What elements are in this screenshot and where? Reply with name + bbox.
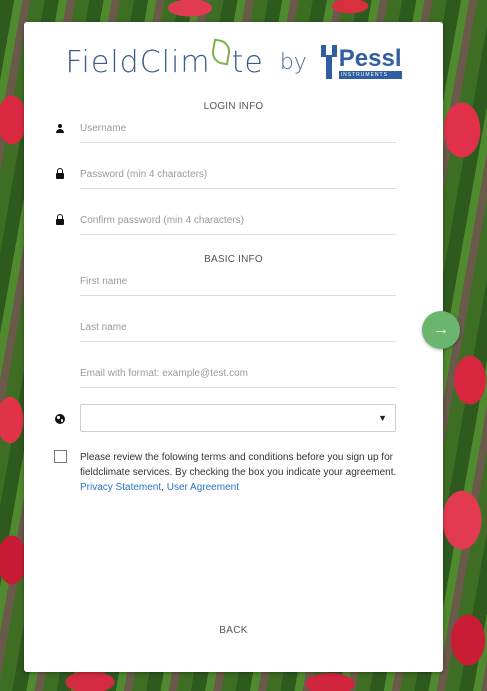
country-select[interactable]: ▼ (80, 404, 396, 432)
password-input[interactable] (80, 160, 396, 188)
login-info-heading: LOGIN INFO (203, 101, 264, 112)
lock-icon (56, 214, 64, 225)
email-input[interactable] (80, 359, 396, 387)
pessl-mark-icon (320, 45, 337, 79)
next-button[interactable]: → (422, 311, 460, 349)
back-button[interactable]: BACK (24, 625, 443, 636)
caret-down-icon: ▼ (378, 413, 387, 423)
email-field[interactable] (80, 359, 396, 388)
pessl-name: Pessl (338, 45, 402, 72)
signup-card: FieldClim te by Pessl INSTRUMENTS LOGIN I… (24, 22, 443, 672)
terms-checkbox[interactable] (54, 450, 67, 463)
privacy-statement-link[interactable]: Privacy Statement (80, 482, 161, 493)
confirm-password-input[interactable] (80, 206, 396, 234)
basic-info-heading: BASIC INFO (204, 254, 263, 265)
terms-text: Please review the folowing terms and con… (80, 452, 397, 493)
password-field[interactable] (80, 160, 396, 189)
logo-bar: FieldClim te by Pessl INSTRUMENTS (24, 38, 443, 84)
username-input[interactable] (80, 114, 396, 142)
confirm-password-field[interactable] (80, 206, 396, 235)
globe-icon (55, 414, 65, 424)
pessl-logo: Pessl INSTRUMENTS (320, 45, 402, 79)
user-icon (55, 124, 65, 134)
first-name-field[interactable] (80, 267, 396, 296)
first-name-input[interactable] (80, 267, 396, 295)
arrow-right-icon: → (433, 321, 449, 338)
logo-by: by (279, 49, 307, 75)
last-name-input[interactable] (80, 313, 396, 341)
leaf-icon (209, 38, 232, 65)
pessl-subtitle: INSTRUMENTS (338, 71, 402, 79)
lock-icon (56, 168, 64, 179)
user-agreement-link[interactable]: User Agreement (167, 482, 239, 493)
username-field[interactable] (80, 114, 396, 143)
fieldclimate-logo: FieldClim te (65, 38, 263, 80)
last-name-field[interactable] (80, 313, 396, 342)
